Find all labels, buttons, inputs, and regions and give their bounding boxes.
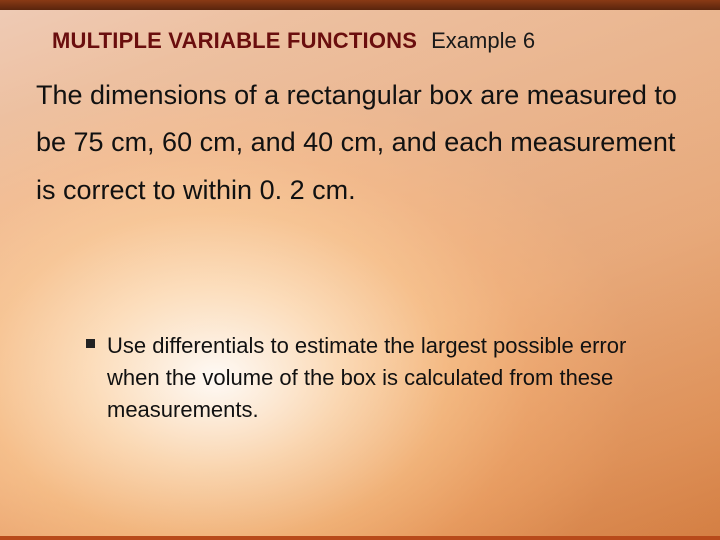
bullet-text: Use differentials to estimate the larges… <box>107 330 660 426</box>
example-label: Example 6 <box>431 28 535 54</box>
slide-header: MULTIPLE VARIABLE FUNCTIONS Example 6 <box>52 28 680 54</box>
problem-statement: The dimensions of a rectangular box are … <box>36 72 680 214</box>
square-bullet-icon <box>86 339 95 348</box>
section-title: MULTIPLE VARIABLE FUNCTIONS <box>52 28 417 54</box>
list-item: Use differentials to estimate the larges… <box>86 330 660 426</box>
slide: MULTIPLE VARIABLE FUNCTIONS Example 6 Th… <box>0 0 720 540</box>
top-accent-bar <box>0 0 720 10</box>
body-text: The dimensions of a rectangular box are … <box>36 72 680 214</box>
bullet-list: Use differentials to estimate the larges… <box>86 330 660 426</box>
